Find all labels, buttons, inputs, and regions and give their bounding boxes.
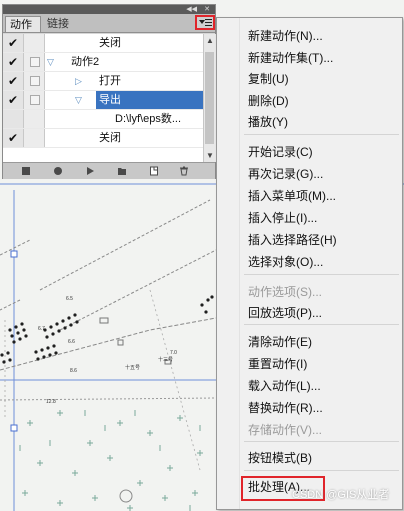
menu-item[interactable]: 插入菜单项(M)... (248, 186, 336, 206)
expand-triangle-icon[interactable]: ▽ (75, 91, 82, 109)
close-icon[interactable]: ✕ (204, 5, 210, 14)
action-row[interactable]: ✔ ▽ 导出 (3, 91, 203, 110)
menu-item[interactable]: 新建动作(N)... (248, 26, 323, 46)
menu-item[interactable]: 插入选择路径(H) (248, 230, 337, 250)
play-icon[interactable] (85, 166, 95, 176)
collapse-icon[interactable]: ◀◀ (186, 5, 197, 14)
panel-tab-bar: 动作 链接 (3, 14, 215, 33)
delete-icon[interactable] (179, 166, 189, 176)
menu-separator (244, 324, 399, 325)
menu-item[interactable]: 清除动作(E) (248, 332, 312, 352)
panel-flyout-menu: 新建动作(N)... 新建动作集(T)... 复制(U) 删除(D) 播放(Y) 开始记录… (216, 17, 403, 510)
action-row-label: 关闭 (99, 37, 121, 49)
scroll-thumb[interactable] (205, 52, 214, 144)
map-label: 十五号 (125, 364, 140, 371)
map-label: 8.6 (70, 368, 77, 374)
checkmark-icon: ✔ (8, 55, 19, 69)
actions-list: ✔ 关闭 ✔ ▽ 动作2 ✔ ▷ 打开 ✔ ▽ 导出 D:\lyf\eps数... ✔ 关闭 (3, 34, 203, 162)
toggle-item-column[interactable] (3, 110, 24, 128)
menu-item[interactable]: 存储动作(V)... (248, 420, 322, 440)
action-row[interactable]: ✔ 关闭 (3, 129, 203, 148)
toggle-dialog-column[interactable] (24, 91, 45, 109)
actions-list-scrollbar[interactable]: ▲ ▼ (203, 34, 216, 162)
action-row-label: 关闭 (99, 132, 121, 144)
action-row-label: D:\lyf\eps数... (115, 113, 182, 125)
expand-triangle-icon[interactable]: ▽ (47, 53, 54, 71)
menu-item[interactable]: 删除(D) (248, 91, 289, 111)
actions-panel: ◀◀ ✕ 动作 链接 ✔ 关闭 ✔ ▽ 动作2 ✔ ▷ 打开 ✔ ▽ 导出 D:\lyf\eps数..… (2, 4, 216, 179)
menu-item[interactable]: 播放(Y) (248, 112, 288, 132)
map-label: 十三号 (158, 356, 173, 363)
action-row[interactable]: ✔ ▷ 打开 (3, 72, 203, 91)
menu-lines-icon (205, 19, 212, 26)
tab-links[interactable]: 链接 (43, 16, 77, 32)
action-row-label: 导出 (96, 91, 203, 109)
panel-footer (3, 162, 215, 179)
menu-item[interactable]: 复制(U) (248, 69, 289, 89)
new-action-icon[interactable] (149, 166, 159, 176)
map-label: 6.5 (66, 296, 73, 302)
action-row[interactable]: ✔ ▽ 动作2 (3, 53, 203, 72)
action-row[interactable]: D:\lyf\eps数... (3, 110, 203, 129)
menu-item[interactable]: 重置动作(I) (248, 354, 307, 374)
toggle-dialog-column[interactable] (24, 110, 45, 128)
menu-separator (244, 134, 399, 135)
menu-item[interactable]: 新建动作集(T)... (248, 48, 333, 68)
record-icon[interactable] (53, 166, 63, 176)
toggle-item-column[interactable]: ✔ (3, 34, 24, 52)
watermark: CSDN @GIS从业者 (292, 489, 390, 501)
menu-separator (244, 441, 399, 442)
action-row-label: 打开 (99, 75, 121, 87)
scroll-down-icon[interactable]: ▼ (206, 151, 214, 160)
checkmark-icon: ✔ (8, 131, 19, 145)
new-set-icon[interactable] (117, 166, 127, 176)
menu-item[interactable]: 按钮模式(B) (248, 448, 312, 468)
dialog-toggle-icon (30, 95, 40, 105)
menu-item[interactable]: 开始记录(C) (248, 142, 313, 162)
toggle-item-column[interactable]: ✔ (3, 72, 24, 90)
toggle-item-column[interactable]: ✔ (3, 129, 24, 147)
map-label: 6.6 (68, 339, 75, 345)
menu-item[interactable]: 插入停止(I)... (248, 208, 317, 228)
menu-item[interactable]: 动作选项(S)... (248, 282, 322, 302)
toggle-dialog-column[interactable] (24, 72, 45, 90)
toggle-item-column[interactable]: ✔ (3, 53, 24, 71)
stop-icon[interactable] (21, 166, 31, 176)
checkmark-icon: ✔ (8, 74, 19, 88)
menu-item[interactable]: 选择对象(O)... (248, 252, 323, 272)
toggle-dialog-column[interactable] (24, 53, 45, 71)
map-label: 6.7 (38, 326, 45, 332)
toggle-item-column[interactable]: ✔ (3, 91, 24, 109)
tab-actions[interactable]: 动作 (5, 16, 41, 32)
dialog-toggle-icon (30, 57, 40, 67)
checkmark-icon: ✔ (8, 36, 19, 50)
menu-item[interactable]: 再次记录(G)... (248, 164, 323, 184)
map-label: 12.8 (46, 399, 56, 405)
dialog-toggle-icon (30, 76, 40, 86)
scroll-up-icon[interactable]: ▲ (206, 36, 214, 45)
action-row[interactable]: ✔ 关闭 (3, 34, 203, 53)
menu-separator (244, 274, 399, 275)
collapsed-triangle-icon[interactable]: ▷ (75, 72, 82, 90)
action-row-label: 动作2 (71, 56, 100, 68)
checkmark-icon: ✔ (8, 93, 19, 107)
menu-item[interactable]: 回放选项(P)... (248, 303, 322, 323)
menu-icon-gutter (217, 18, 240, 509)
menu-item[interactable]: 替换动作(R)... (248, 398, 323, 418)
menu-separator (244, 470, 399, 471)
menu-item[interactable]: 载入动作(L)... (248, 376, 321, 396)
panel-title-bar[interactable]: ◀◀ ✕ (3, 5, 215, 14)
map-label: 7.0 (170, 350, 177, 356)
panel-menu-button[interactable] (195, 15, 215, 30)
toggle-dialog-column[interactable] (24, 34, 45, 52)
toggle-dialog-column[interactable] (24, 129, 45, 147)
